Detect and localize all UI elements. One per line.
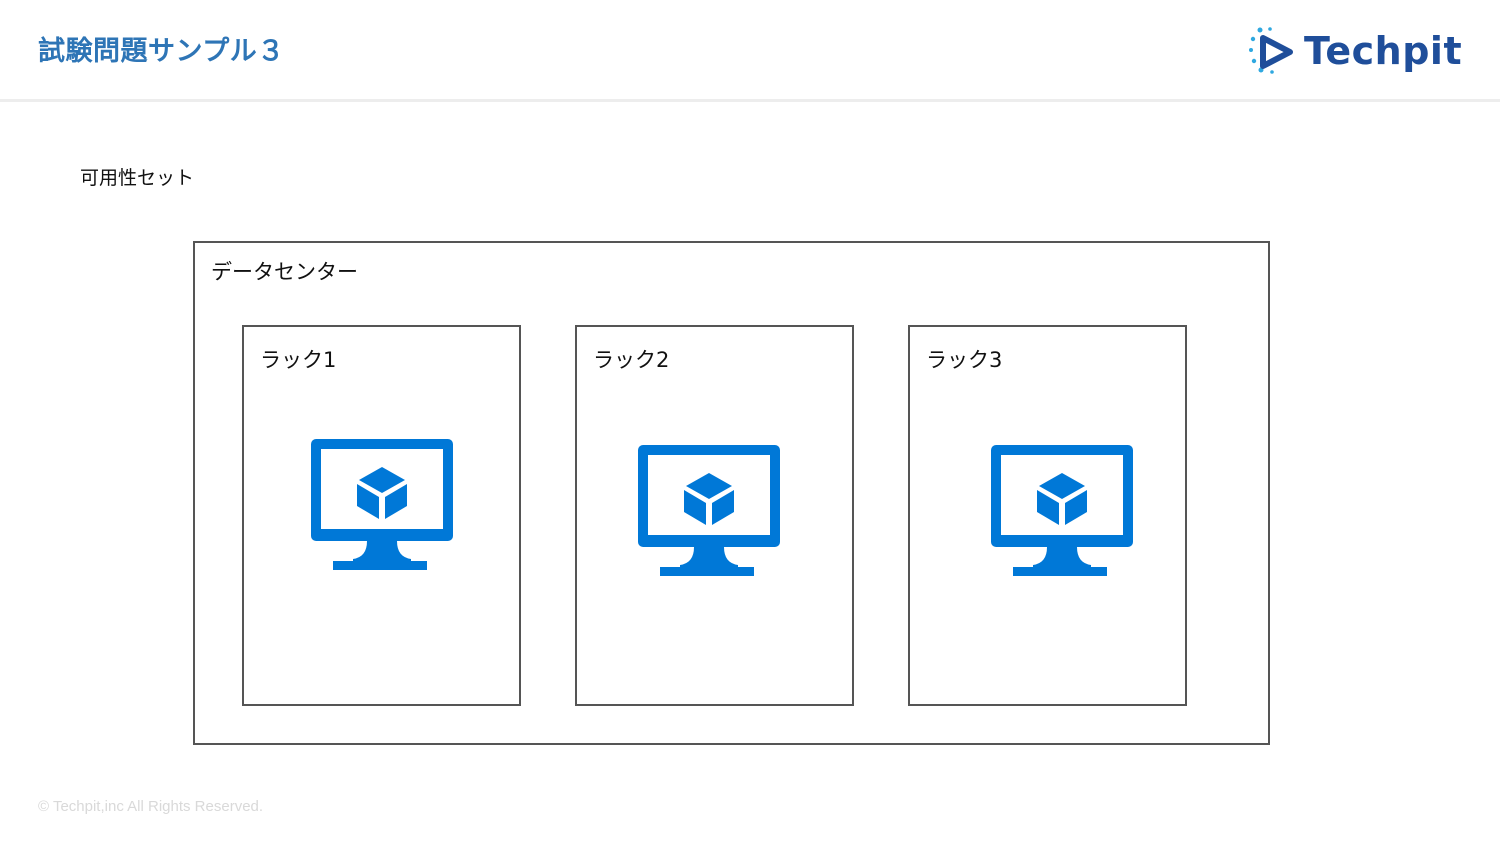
play-logo-icon [1249, 27, 1293, 74]
rack-2-label: ラック2 [593, 348, 670, 372]
datacenter-label: データセンター [211, 260, 358, 284]
slide-title: 試験問題サンプル３ [38, 36, 285, 67]
slide-header: 試験問題サンプル３ Techpit [0, 0, 1500, 102]
techpit-logo: Techpit [1248, 24, 1462, 80]
copyright-footer: © Techpit,inc All Rights Reserved. [38, 798, 264, 815]
rack-1-box: ラック1 [242, 325, 521, 706]
availability-set-label: 可用性セット [80, 167, 195, 189]
rack-3-box: ラック3 [908, 325, 1187, 706]
virtual-machine-icon [638, 445, 780, 576]
virtual-machine-icon [991, 445, 1133, 576]
rack-3-label: ラック3 [926, 348, 1003, 372]
rack-2-box: ラック2 [575, 325, 854, 706]
rack-1-label: ラック1 [260, 348, 337, 372]
logo-wordmark: Techpit [1304, 29, 1463, 73]
virtual-machine-icon [311, 439, 453, 570]
